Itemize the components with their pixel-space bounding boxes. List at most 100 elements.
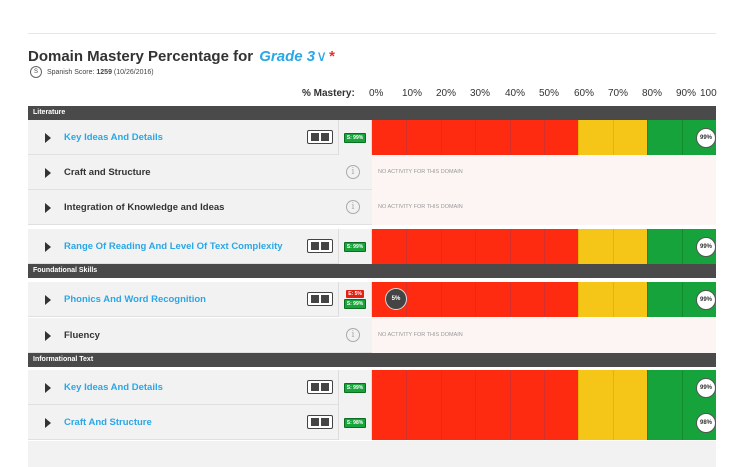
domain-name: Integration of Knowledge and Ideas	[64, 201, 225, 213]
mastery-band-green	[647, 282, 683, 317]
mastery-bar	[372, 120, 717, 155]
caret-right-icon[interactable]	[45, 331, 51, 341]
mastery-circle: 99%	[696, 128, 716, 148]
domain-name-link[interactable]: Craft And Structure	[64, 405, 324, 440]
band-divider	[578, 229, 580, 264]
domain-row[interactable]: Craft And Structure S: 98% 98%	[28, 405, 717, 440]
mastery-bar	[372, 282, 717, 317]
domain-row[interactable]: Integration of Knowledge and Ideas i NO …	[28, 190, 716, 225]
domain-row[interactable]: Phonics And Word Recognition E: 5% S: 99…	[28, 282, 717, 317]
mastery-circle: 99%	[696, 290, 716, 310]
spanish-score-pill: S: 99%	[343, 241, 367, 252]
score-pills: S: 99%	[338, 120, 372, 155]
band-divider	[406, 370, 408, 405]
band-divider	[612, 282, 614, 317]
band-divider	[681, 282, 683, 317]
caret-right-icon[interactable]	[45, 242, 51, 252]
domain-row[interactable]: Key Ideas And Details S: 99% 99%	[28, 120, 717, 155]
mastery-band-yellow	[612, 282, 648, 317]
mastery-band-red	[509, 370, 545, 405]
domain-name-link[interactable]: Phonics And Word Recognition	[64, 282, 324, 317]
mastery-band-red	[475, 229, 511, 264]
axis-tick: 20%	[436, 88, 457, 99]
axis-tick: 10%	[402, 88, 423, 99]
mastery-band-red	[475, 120, 511, 155]
score-pills: S: 99%	[338, 229, 372, 264]
mastery-band-red	[475, 405, 511, 440]
axis-tick: 70%	[608, 88, 629, 99]
toggle-view-icon[interactable]	[307, 130, 333, 144]
domain-name: Fluency	[64, 329, 100, 341]
no-activity-label: NO ACTIVITY FOR THIS DOMAIN	[378, 204, 463, 210]
spanish-score-pill: S: 99%	[343, 382, 367, 393]
band-divider	[509, 229, 511, 264]
band-divider	[475, 405, 477, 440]
band-divider	[509, 405, 511, 440]
mastery-band-red	[509, 120, 545, 155]
mastery-band-red	[406, 229, 442, 264]
caret-right-icon[interactable]	[45, 295, 51, 305]
caret-right-icon[interactable]	[45, 418, 51, 428]
band-divider	[612, 229, 614, 264]
domain-name-link[interactable]: Key Ideas And Details	[64, 120, 324, 155]
domain-name: Craft and Structure	[64, 166, 151, 178]
mastery-band-yellow	[578, 229, 614, 264]
mastery-band-green	[647, 120, 683, 155]
axis-tick: 80%	[642, 88, 663, 99]
mastery-band-red	[406, 282, 442, 317]
chevron-down-icon[interactable]: ∨	[316, 48, 327, 65]
info-icon[interactable]: i	[346, 165, 360, 179]
domain-row[interactable]: Craft and Structure i NO ACTIVITY FOR TH…	[28, 155, 716, 190]
mastery-band-red	[372, 120, 407, 155]
toggle-view-icon[interactable]	[307, 239, 333, 253]
mastery-band-red	[509, 282, 545, 317]
toggle-view-icon[interactable]	[307, 415, 333, 429]
band-divider	[475, 282, 477, 317]
band-divider	[647, 282, 649, 317]
axis-tick: 0%	[369, 88, 384, 99]
spanish-badge-icon: S	[30, 66, 42, 78]
domain-row[interactable]: Key Ideas And Details S: 99% 99%	[28, 370, 717, 405]
band-divider	[440, 229, 442, 264]
info-icon[interactable]: i	[346, 200, 360, 214]
no-activity-label: NO ACTIVITY FOR THIS DOMAIN	[378, 169, 463, 175]
grade-selector[interactable]: Grade 3	[259, 48, 315, 65]
domain-row[interactable]: Fluency i NO ACTIVITY FOR THIS DOMAIN	[28, 318, 716, 353]
next-row-partial	[28, 441, 716, 467]
score-value: 1259	[96, 68, 112, 76]
mastery-band-yellow	[612, 120, 648, 155]
band-divider	[509, 282, 511, 317]
section-header-literature: Literature	[28, 106, 716, 120]
band-divider	[544, 370, 545, 405]
mastery-band-green	[647, 229, 683, 264]
mastery-band-yellow	[612, 229, 648, 264]
mastery-band-red	[440, 120, 476, 155]
caret-right-icon[interactable]	[45, 203, 51, 213]
mastery-bar	[372, 405, 717, 440]
band-divider	[612, 370, 614, 405]
domain-name-link[interactable]: Key Ideas And Details	[64, 370, 324, 405]
band-divider	[612, 120, 614, 155]
domain-name-link[interactable]: Range Of Reading And Level Of Text Compl…	[64, 229, 294, 264]
caret-right-icon[interactable]	[45, 168, 51, 178]
caret-right-icon[interactable]	[45, 133, 51, 143]
mastery-band-red	[544, 405, 579, 440]
band-divider	[406, 120, 408, 155]
mastery-band-yellow	[612, 370, 648, 405]
band-divider	[475, 229, 477, 264]
toggle-view-icon[interactable]	[307, 380, 333, 394]
axis-tick: 30%	[470, 88, 491, 99]
section-header-foundational-skills: Foundational Skills	[28, 264, 716, 278]
caret-right-icon[interactable]	[45, 383, 51, 393]
band-divider	[681, 370, 683, 405]
info-icon[interactable]: i	[346, 328, 360, 342]
band-divider	[544, 282, 545, 317]
mastery-axis: % Mastery: 0% 10% 20% 30% 40% 50% 60% 70…	[0, 88, 742, 104]
mastery-band-red	[406, 405, 442, 440]
domain-row[interactable]: Range Of Reading And Level Of Text Compl…	[28, 229, 717, 264]
english-score-pill: E: 5%	[346, 290, 364, 298]
mastery-band-red	[544, 229, 579, 264]
score-label: Spanish Score:	[46, 68, 95, 76]
toggle-view-icon[interactable]	[307, 292, 333, 306]
band-divider	[647, 405, 649, 440]
